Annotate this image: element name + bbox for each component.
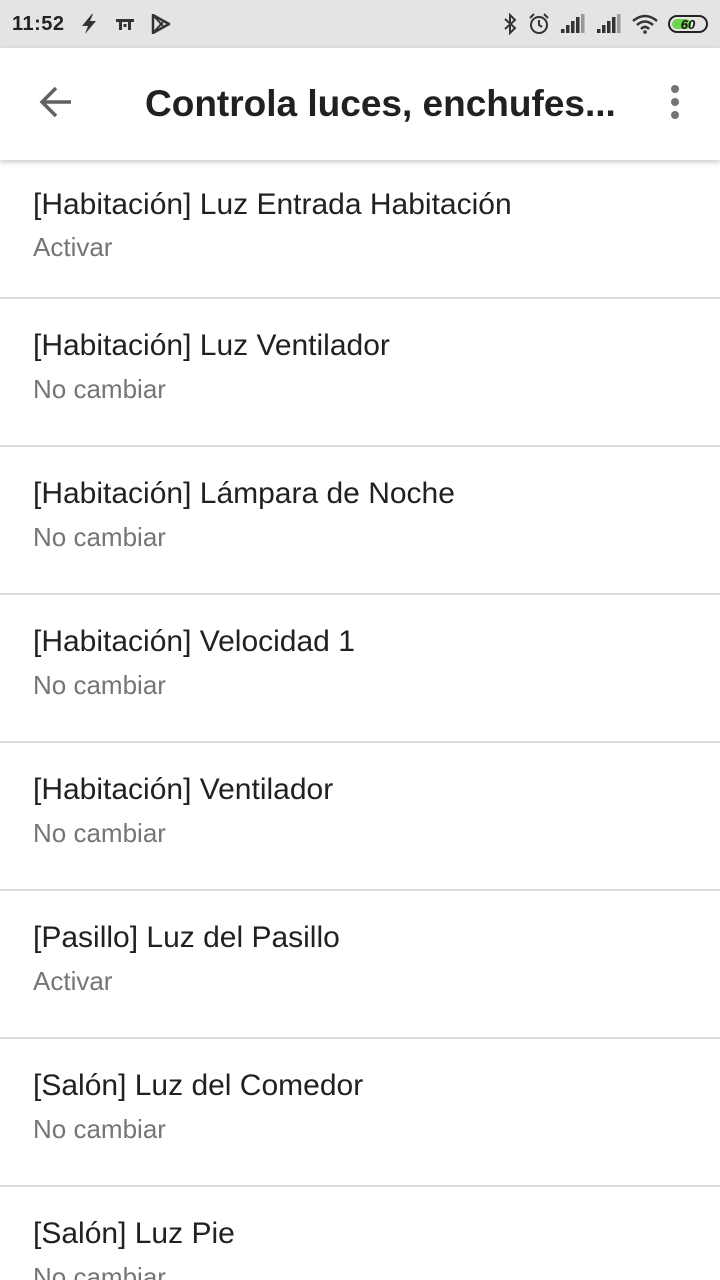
- item-subtitle: Activar: [33, 232, 113, 262]
- play-store-icon: [151, 14, 171, 34]
- page-title: Controla luces, enchufes...: [145, 83, 616, 124]
- signal-icon: [596, 14, 622, 34]
- system-icons: 60: [502, 13, 708, 35]
- list-item[interactable]: [Habitación] Luz Entrada Habitación Acti…: [0, 160, 720, 299]
- flash-icon: [79, 13, 99, 35]
- item-title: [Salón] Luz Pie: [33, 1217, 235, 1250]
- item-title: [Habitación] Velocidad 1: [33, 625, 355, 658]
- item-subtitle: No cambiar: [33, 1262, 166, 1280]
- item-title: [Pasillo] Luz del Pasillo: [33, 921, 340, 954]
- alarm-icon: [528, 13, 550, 35]
- status-bar: 11:52 60: [0, 0, 720, 48]
- tt-app-icon: [115, 16, 135, 32]
- item-subtitle: No cambiar: [33, 522, 166, 552]
- list-item[interactable]: [Salón] Luz Pie No cambiar: [0, 1187, 720, 1280]
- battery-icon: 60: [668, 15, 708, 33]
- item-title: [Habitación] Luz Entrada Habitación: [33, 188, 512, 221]
- item-subtitle: No cambiar: [33, 670, 166, 700]
- back-button[interactable]: [0, 48, 112, 160]
- device-list: [Habitación] Luz Entrada Habitación Acti…: [0, 160, 720, 1280]
- more-options-button[interactable]: [630, 48, 720, 160]
- item-subtitle: No cambiar: [33, 1114, 166, 1144]
- notification-icons: [79, 13, 171, 35]
- list-item[interactable]: [Habitación] Lámpara de Noche No cambiar: [0, 447, 720, 595]
- signal-icon: [560, 14, 586, 34]
- arrow-back-icon: [38, 84, 74, 125]
- list-item[interactable]: [Habitación] Ventilador No cambiar: [0, 743, 720, 891]
- item-subtitle: No cambiar: [33, 818, 166, 848]
- item-subtitle: No cambiar: [33, 374, 166, 404]
- list-item[interactable]: [Pasillo] Luz del Pasillo Activar: [0, 891, 720, 1039]
- battery-level-text: 60: [680, 16, 696, 32]
- wifi-icon: [632, 14, 658, 34]
- app-bar: Controla luces, enchufes...: [0, 48, 720, 160]
- list-item[interactable]: [Habitación] Velocidad 1 No cambiar: [0, 595, 720, 743]
- more-vert-icon: [670, 84, 680, 125]
- list-item[interactable]: [Habitación] Luz Ventilador No cambiar: [0, 299, 720, 447]
- item-title: [Habitación] Lámpara de Noche: [33, 477, 455, 510]
- status-time: 11:52: [12, 12, 65, 35]
- item-title: [Habitación] Luz Ventilador: [33, 329, 390, 362]
- list-item[interactable]: [Salón] Luz del Comedor No cambiar: [0, 1039, 720, 1187]
- item-subtitle: Activar: [33, 966, 113, 996]
- bluetooth-icon: [502, 13, 518, 35]
- item-title: [Salón] Luz del Comedor: [33, 1069, 364, 1102]
- item-title: [Habitación] Ventilador: [33, 773, 334, 806]
